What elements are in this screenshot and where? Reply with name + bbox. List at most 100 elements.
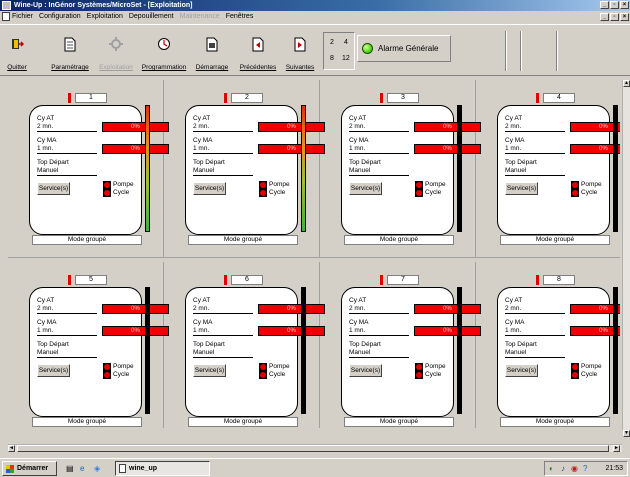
cycle-label: Cycle: [113, 189, 130, 196]
pump-cycle-leds: [103, 181, 111, 197]
scroll-up-icon[interactable]: ▲: [623, 80, 630, 87]
tank-status-indicator: [224, 275, 227, 285]
tank-number: 5: [75, 275, 107, 285]
service-button[interactable]: Service(s): [193, 364, 226, 377]
service-button[interactable]: Service(s): [505, 182, 538, 195]
cycle-label: Cycle: [269, 371, 286, 378]
menu-fenetres[interactable]: Fenêtres: [226, 11, 254, 23]
level-gauge: [457, 105, 462, 232]
cy-ma-value: 1 mn.: [349, 327, 366, 334]
pump-cycle-leds: [259, 181, 267, 197]
mode-label: Mode groupé: [344, 417, 454, 427]
precedentes-button[interactable]: Précédentes: [238, 29, 278, 73]
help-icon[interactable]: ?: [583, 462, 587, 475]
divider: [505, 153, 565, 154]
minimize-button[interactable]: _: [600, 1, 609, 9]
page-option[interactable]: 4: [344, 39, 348, 46]
top-depart-value: Manuel: [37, 349, 59, 356]
cy-at-label: Cy AT: [193, 297, 211, 304]
cy-at-label: Cy AT: [193, 115, 211, 122]
tank-card: Cy AT 2 mn. 0% Cy MA 1 mn. 0% Top Départ…: [185, 105, 325, 235]
led-labels: Pompe Cycle: [113, 181, 134, 197]
horizontal-scrollbar[interactable]: ◄ ►: [8, 444, 622, 452]
page-selector[interactable]: 2 4 8 12: [323, 32, 355, 70]
service-button[interactable]: Service(s): [37, 182, 70, 195]
suivantes-label: Suivantes: [285, 64, 315, 71]
suivantes-button[interactable]: Suivantes: [282, 29, 318, 73]
desktop-icon[interactable]: ▤: [66, 464, 76, 474]
tank-number: 7: [387, 275, 419, 285]
scroll-down-icon[interactable]: ▼: [623, 430, 630, 437]
cy-ma-label: Cy MA: [37, 137, 57, 144]
precedentes-label: Précédentes: [239, 64, 277, 71]
cy-ma-progress-bar: 0%: [414, 326, 481, 336]
security-icon[interactable]: ◉: [571, 462, 578, 475]
taskbar-item-wine-up[interactable]: wine_up: [115, 461, 210, 476]
divider: [349, 153, 409, 154]
parametrage-button[interactable]: Paramétrage: [50, 29, 90, 73]
page-option[interactable]: 12: [342, 55, 350, 62]
folder-icon[interactable]: ◈: [94, 464, 104, 474]
vertical-scrollbar[interactable]: ▲ ▼: [622, 80, 630, 437]
cy-ma-value: 1 mn.: [37, 145, 54, 152]
demarrage-button[interactable]: Démarrage: [194, 29, 230, 73]
service-button[interactable]: Service(s): [505, 364, 538, 377]
service-button[interactable]: Service(s): [193, 182, 226, 195]
menu-depouillement[interactable]: Depouillement: [129, 11, 174, 23]
page-option[interactable]: 2: [330, 39, 334, 46]
service-button[interactable]: Service(s): [349, 182, 382, 195]
browser-icon[interactable]: e: [80, 464, 90, 474]
scroll-thumb[interactable]: [17, 445, 609, 452]
top-depart-label: Top Départ: [505, 159, 537, 166]
pompe-label: Pompe: [113, 363, 134, 370]
toolbar-divider: [520, 31, 522, 71]
service-button[interactable]: Service(s): [37, 364, 70, 377]
maximize-button[interactable]: ▫: [610, 1, 619, 9]
divider: [193, 153, 253, 154]
volume-icon[interactable]: ♪: [561, 462, 565, 475]
cycle-led-icon: [104, 372, 110, 378]
service-button[interactable]: Service(s): [349, 364, 382, 377]
menu-configuration[interactable]: Configuration: [39, 11, 81, 23]
menu-fichier[interactable]: Fichier: [12, 11, 33, 23]
divider: [349, 313, 409, 314]
tank-panel: 3 Cy AT 2 mn. 0% Cy MA 1 mn. 0% Top Dépa…: [320, 80, 481, 258]
cycle-label: Cycle: [581, 189, 598, 196]
start-button[interactable]: Démarrer: [2, 461, 57, 476]
quitter-button[interactable]: Quitter: [4, 29, 30, 73]
programmation-button[interactable]: Programmation: [140, 29, 188, 73]
scroll-right-icon[interactable]: ►: [613, 445, 620, 452]
mdi-close-button[interactable]: ×: [620, 13, 629, 21]
divider: [37, 335, 97, 336]
cy-at-progress-bar: 0%: [258, 304, 325, 314]
mdi-minimize-button[interactable]: _: [600, 13, 609, 21]
top-depart-label: Top Départ: [349, 341, 381, 348]
pompe-label: Pompe: [581, 363, 602, 370]
level-gauge: [613, 105, 618, 232]
menu-exploitation[interactable]: Exploitation: [87, 11, 123, 23]
tank-number: 6: [231, 275, 263, 285]
page-option[interactable]: 8: [330, 55, 334, 62]
level-gauge: [145, 287, 150, 414]
cy-ma-label: Cy MA: [193, 137, 213, 144]
pompe-led-icon: [572, 364, 578, 370]
document-icon[interactable]: [2, 12, 10, 21]
top-depart-label: Top Départ: [349, 159, 381, 166]
tank-status-indicator: [380, 93, 383, 103]
parametrage-label: Paramétrage: [51, 64, 89, 71]
pump-cycle-leds: [571, 363, 579, 379]
cy-ma-progress-bar: 0%: [258, 144, 325, 154]
divider: [193, 175, 253, 176]
network-icon[interactable]: ◐: [549, 462, 554, 475]
close-button[interactable]: ×: [620, 1, 629, 9]
divider: [505, 335, 565, 336]
divider: [349, 175, 409, 176]
mdi-restore-button[interactable]: ▫: [610, 13, 619, 21]
top-depart-label: Top Départ: [193, 159, 225, 166]
general-alarm-indicator: Alarme Générale: [357, 35, 451, 62]
task-label: wine_up: [129, 465, 158, 472]
pompe-led-icon: [104, 182, 110, 188]
cycle-label: Cycle: [113, 371, 130, 378]
cy-at-progress-bar: 0%: [258, 122, 325, 132]
scroll-left-icon[interactable]: ◄: [8, 445, 15, 452]
